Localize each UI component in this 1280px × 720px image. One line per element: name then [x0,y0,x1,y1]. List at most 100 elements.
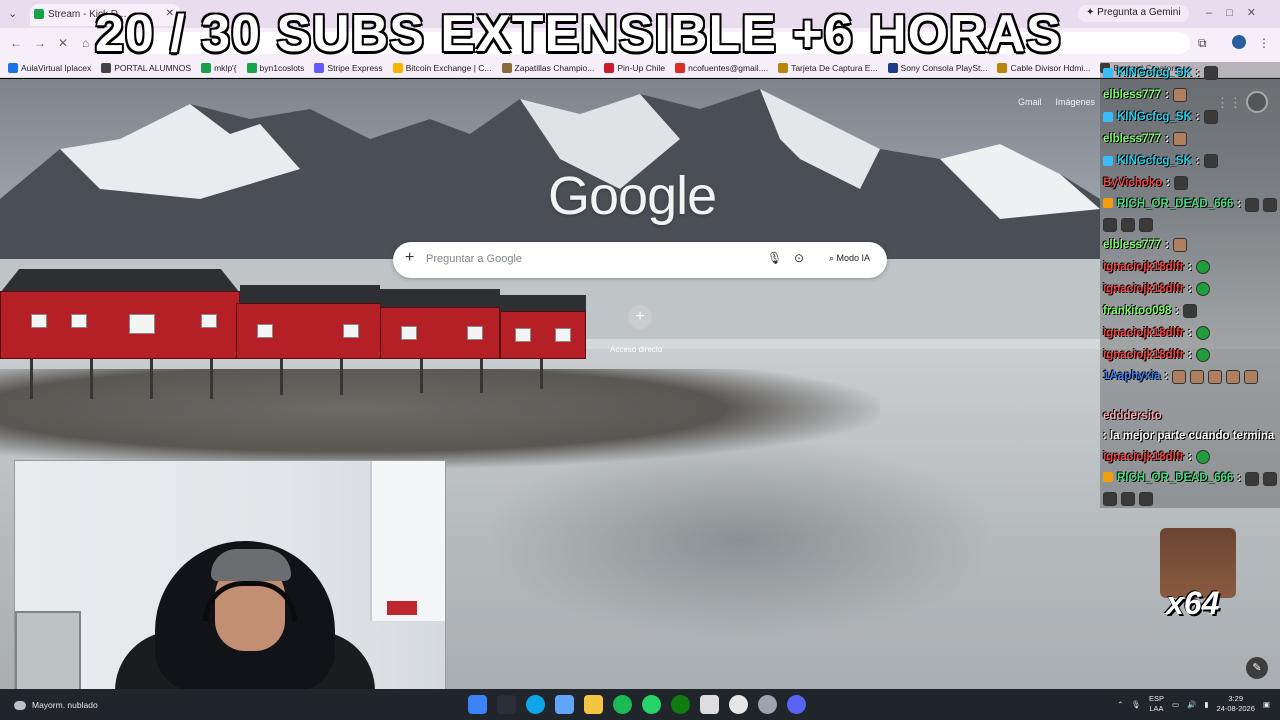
bookmark-item[interactable]: AulaVirtual Iplacex [8,62,91,73]
bookmark-item[interactable]: PORTAL ALUMNOS [101,62,191,73]
microphone-icon[interactable]: 🎙 [767,251,782,265]
home-icon[interactable]: ⌂ [82,36,89,50]
date: 24-08-2026 [1216,704,1255,713]
chat-username[interactable]: KINGcfcg_SK [1117,155,1192,167]
chat-username[interactable]: frankitoo098 [1103,305,1171,317]
bookmark-label: Pin-Up Chile [617,62,666,73]
discord-icon[interactable] [787,695,806,714]
chat-message: ignaciojk18dlfr: [1100,446,1280,468]
emote-icon [1121,492,1135,506]
plus-icon[interactable]: + [405,249,414,267]
chat-text: : [1164,370,1169,382]
badge-icon [1103,112,1113,122]
edge-icon[interactable] [526,695,545,714]
bookmark-item[interactable]: Tarjeta De Captura E... [778,62,878,73]
emote-icon [1196,260,1211,274]
chat-username[interactable]: ignaciojk18dlfr [1103,261,1184,273]
chat-username[interactable]: ignaciojk18dlfr [1103,451,1184,463]
emote-icon [1203,154,1218,168]
bookmark-item[interactable]: ncofuentes@gmail.... [675,62,768,73]
gmail-link[interactable]: Gmail [1018,97,1042,107]
profile-icon[interactable] [1232,35,1246,49]
emote-icon [1196,348,1211,362]
microphone-icon[interactable]: 🎙 [1131,700,1141,709]
xbox-icon[interactable] [671,695,690,714]
menu-icon[interactable]: ⋮ [1258,36,1270,50]
extensions-icon[interactable]: ⧉ [1198,36,1207,51]
search-icon[interactable] [497,695,516,714]
window-controls[interactable]: –□✕ [1206,6,1270,19]
gemini-button[interactable]: ✦ Pregunta a Gemini [1078,5,1189,22]
forward-icon[interactable]: → [34,36,46,50]
red-object [387,601,417,615]
bookmark-label: Tarjeta De Captura E... [791,62,878,73]
emote-icon [1103,492,1117,506]
chrome-icon[interactable] [729,695,748,714]
bookmark-item[interactable]: mklp'{ [201,62,237,73]
battery-icon[interactable]: ▮ [1204,700,1208,709]
store-icon[interactable] [555,695,574,714]
bookmark-label: Stripe Express [327,62,383,73]
bookmark-item[interactable]: byn1coslots [246,62,304,73]
volume-icon[interactable]: 🔊 [1187,700,1196,709]
search-input[interactable]: Preguntar a Google [426,253,522,265]
chat-username[interactable]: ignaciojk18dlfr [1103,327,1184,339]
badge-icon [1103,68,1113,78]
chat-username[interactable]: KINGcfcg_SK [1117,111,1192,123]
chat-username[interactable]: ignaciojk18dlfr [1103,349,1184,361]
chat-text: : [1188,283,1193,295]
chat-username[interactable]: RICH_OR_DEAD_666 [1117,198,1233,210]
bookmark-item[interactable]: Stripe Express [314,62,383,73]
reload-icon[interactable]: ✕ [58,36,68,50]
chat-username[interactable]: RICH_OR_DEAD_666 [1117,472,1233,484]
emote-icon [1263,472,1278,486]
add-shortcut-button[interactable]: + [628,305,652,329]
chat-username[interactable]: edddersito [1103,410,1162,422]
chat-username[interactable]: elbless777 [1103,89,1161,101]
bookmark-item[interactable]: Bitcoin Exchange | C... [392,62,492,73]
clock[interactable]: 3:29 24-08-2026 [1217,694,1255,714]
chat-username[interactable]: elbless777 [1103,239,1161,251]
bookmark-favicon-icon [997,62,1008,73]
lens-icon[interactable]: ⊙ [794,251,804,265]
ai-mode-button[interactable]: ⌕ Modo IA [823,250,876,270]
shortcut-label: Acceso directo [610,345,663,354]
bookmark-label: Bitcoin Exchange | C... [405,62,492,73]
language-indicator[interactable]: ESP LAA [1149,694,1164,714]
bookmark-favicon-icon [778,62,789,73]
obs-icon[interactable] [700,695,719,714]
taskbar-apps [468,695,806,714]
tab-search-icon[interactable]: ⌄ [8,7,17,20]
bookmark-item[interactable]: Pin-Up Chile [604,62,666,73]
explorer-icon[interactable] [584,695,603,714]
chat-username[interactable]: elbless777 [1103,133,1161,145]
bookmark-item[interactable]: Cable Divisor Hdmi... [997,62,1090,73]
bookmark-item[interactable]: Zapatillas Champio... [501,62,594,73]
chat-username[interactable]: ignaciojk18dlfr [1103,283,1184,295]
whatsapp-icon[interactable] [642,695,661,714]
chat-text: : [1188,327,1193,339]
chevron-up-icon[interactable]: ⌃ [1117,700,1123,709]
chat-message: elbless777: [1100,234,1280,256]
network-icon[interactable]: ▭ [1172,700,1179,709]
chat-username[interactable]: 1Aaphyxia [1103,370,1161,382]
weather-widget[interactable]: Mayorm. nublado [14,700,98,710]
customize-pencil-icon[interactable]: ✎ [1246,657,1268,679]
chat-message: RICH_OR_DEAD_666: [1100,468,1280,508]
chat-message: elbless777: [1100,128,1280,150]
notifications-icon[interactable]: ▣ [1263,700,1270,709]
chat-message: ignaciojk18dlfr: [1100,322,1280,344]
images-link[interactable]: Imágenes [1055,97,1095,107]
bookmark-favicon-icon [314,62,325,73]
bookmark-favicon-icon [501,62,512,73]
chat-username[interactable]: ByVichoko [1103,177,1162,189]
red-house [500,311,586,359]
bookmark-item[interactable]: Sony Consola PlaySt... [887,62,987,73]
ai-mode-label: Modo IA [836,253,871,263]
spotify-icon[interactable] [613,695,632,714]
start-icon[interactable] [468,695,487,714]
back-icon[interactable]: ← [10,36,22,50]
search-box[interactable]: + Preguntar a Google 🎙 ⊙ ⌕ Modo IA [393,242,887,278]
chat-username[interactable]: KINGcfcg_SK [1117,67,1192,79]
app-gray-icon[interactable] [758,695,777,714]
